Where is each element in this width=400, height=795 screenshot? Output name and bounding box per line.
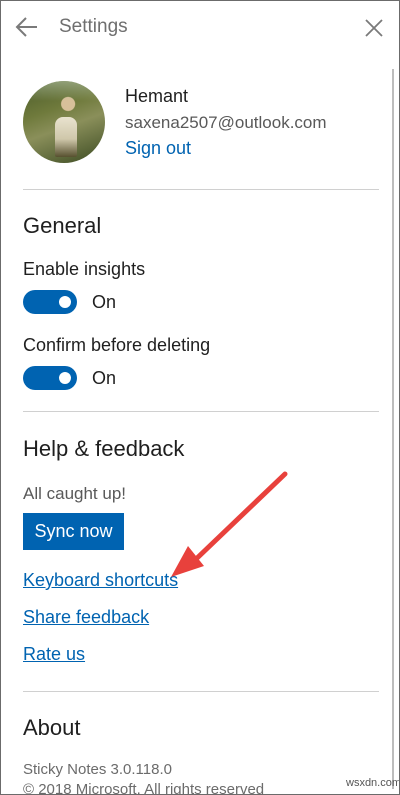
sync-status: All caught up! bbox=[23, 484, 127, 503]
enable-insights-state: On bbox=[92, 292, 117, 312]
back-button[interactable] bbox=[13, 15, 41, 39]
divider bbox=[23, 691, 379, 692]
scrollbar[interactable] bbox=[392, 69, 394, 789]
general-heading: General bbox=[23, 213, 102, 238]
keyboard-shortcuts-link[interactable]: Keyboard shortcuts bbox=[23, 570, 178, 591]
title-bar: Settings bbox=[1, 1, 399, 53]
version-text: Sticky Notes 3.0.118.0 bbox=[23, 761, 172, 778]
avatar bbox=[23, 81, 105, 163]
rate-us-link[interactable]: Rate us bbox=[23, 644, 85, 665]
user-email: saxena2507@outlook.com bbox=[125, 113, 327, 132]
settings-pane: Settings Hemant saxena2507@outlook.com S… bbox=[0, 0, 400, 795]
divider bbox=[23, 189, 379, 190]
enable-insights-label: Enable insights bbox=[23, 259, 146, 279]
user-name: Hemant bbox=[125, 86, 189, 106]
sign-out-link[interactable]: Sign out bbox=[125, 138, 191, 159]
confirm-delete-state: On bbox=[92, 368, 117, 388]
confirm-delete-label: Confirm before deleting bbox=[23, 335, 211, 355]
close-icon bbox=[365, 19, 383, 37]
copyright-text: © 2018 Microsoft. All rights reserved bbox=[23, 781, 265, 795]
help-feedback-heading: Help & feedback bbox=[23, 436, 185, 461]
divider bbox=[23, 411, 379, 412]
enable-insights-toggle[interactable] bbox=[23, 290, 77, 314]
confirm-delete-toggle[interactable] bbox=[23, 366, 77, 390]
arrow-left-icon bbox=[15, 17, 37, 37]
about-heading: About bbox=[23, 715, 81, 740]
toggle-knob bbox=[59, 372, 71, 384]
toggle-knob bbox=[59, 296, 71, 308]
sync-now-button[interactable]: Sync now bbox=[23, 513, 124, 550]
share-feedback-link[interactable]: Share feedback bbox=[23, 607, 149, 628]
page-title: Settings bbox=[59, 16, 128, 37]
close-button[interactable] bbox=[363, 17, 385, 39]
watermark: wsxdn.com bbox=[346, 777, 400, 789]
